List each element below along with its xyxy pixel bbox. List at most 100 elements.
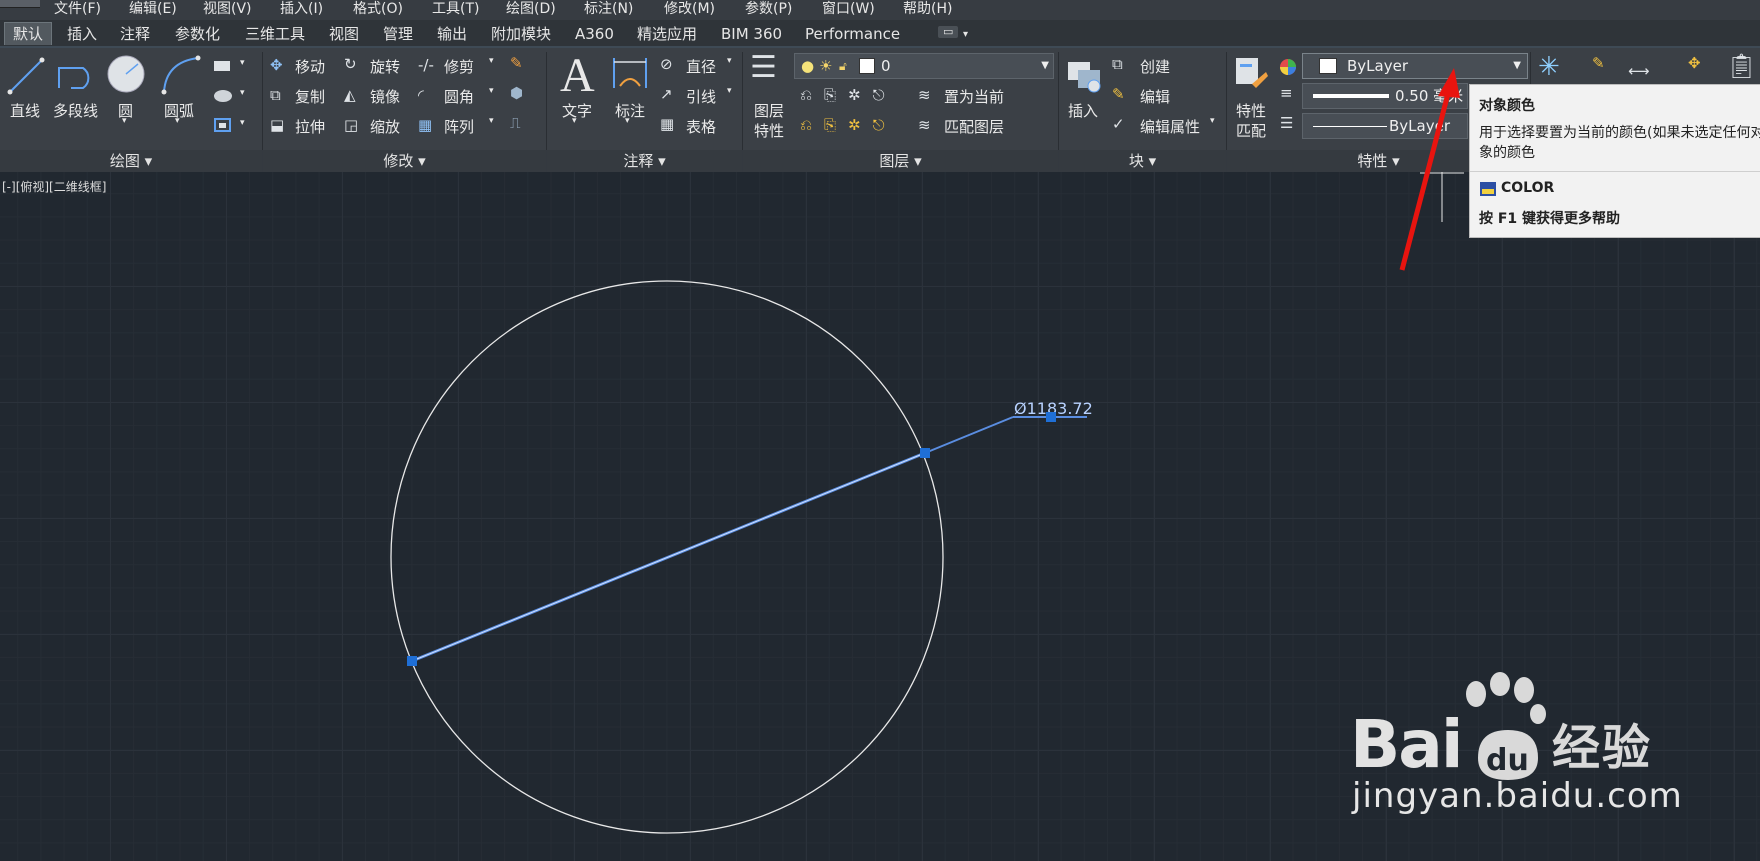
table-button[interactable]: 表格: [686, 116, 716, 137]
chevron-down-icon[interactable]: ▾: [489, 86, 494, 96]
match-layer-button[interactable]: 匹配图层: [944, 116, 1004, 137]
menu-view[interactable]: 视图(V): [203, 0, 252, 20]
chevron-down-icon[interactable]: ▾: [727, 86, 732, 96]
layer-tools-row1-icon[interactable]: ⎌⎘✲⎋: [800, 86, 896, 104]
tab-bim360[interactable]: BIM 360: [721, 23, 782, 45]
match-properties-label-2[interactable]: 匹配: [1236, 120, 1266, 141]
circle-icon[interactable]: [106, 54, 146, 94]
erase-icon[interactable]: ✎: [510, 54, 523, 72]
text-icon[interactable]: A: [560, 48, 595, 103]
ribbon-tab-bar: 默认 插入 注释 参数化 三维工具 视图 管理 输出 附加模块 A360 精选应…: [0, 20, 1760, 48]
chevron-down-icon[interactable]: ▾: [240, 58, 245, 68]
text-button[interactable]: 文字: [562, 100, 592, 121]
match-properties-icon[interactable]: [1232, 54, 1270, 96]
tab-addins[interactable]: 附加模块: [491, 23, 551, 45]
menu-window[interactable]: 窗口(W): [822, 0, 875, 20]
chevron-down-icon[interactable]: ▾: [240, 88, 245, 98]
tab-output[interactable]: 输出: [437, 23, 467, 45]
tab-a360[interactable]: A360: [575, 23, 614, 45]
tab-default[interactable]: 默认: [4, 22, 53, 45]
rectangle-icon[interactable]: [212, 58, 234, 74]
app-button[interactable]: [0, 0, 40, 8]
grip-handle-start[interactable]: [407, 656, 417, 666]
measure-icon[interactable]: ⟷: [1628, 62, 1650, 80]
layer-properties-icon[interactable]: ☰: [750, 50, 777, 85]
chevron-down-icon[interactable]: ▾: [175, 116, 180, 126]
set-current-button[interactable]: 置为当前: [944, 86, 1004, 107]
tab-manage[interactable]: 管理: [383, 23, 413, 45]
fillet-button[interactable]: 圆角: [444, 86, 474, 107]
tab-annotate[interactable]: 注释: [120, 23, 150, 45]
tab-performance[interactable]: Performance: [805, 23, 900, 45]
polyline-button[interactable]: 多段线: [53, 100, 98, 121]
chevron-down-icon[interactable]: ▾: [489, 116, 494, 126]
chevron-down-icon[interactable]: ▾: [489, 56, 494, 66]
tab-insert[interactable]: 插入: [67, 23, 97, 45]
grip-handle-text[interactable]: [1046, 412, 1056, 422]
menu-tools[interactable]: 工具(T): [432, 0, 479, 20]
chevron-down-icon[interactable]: ▾: [1210, 116, 1215, 126]
tab-featured-apps[interactable]: 精选应用: [637, 23, 697, 45]
menu-file[interactable]: 文件(F): [54, 0, 101, 20]
offset-icon[interactable]: ⎍: [510, 114, 521, 132]
create-button[interactable]: 创建: [1140, 56, 1170, 77]
move-button[interactable]: 移动: [295, 56, 325, 77]
menu-help[interactable]: 帮助(H): [903, 0, 952, 20]
panel-draw[interactable]: 绘图 ▾: [0, 150, 262, 172]
menu-format[interactable]: 格式(O): [353, 0, 403, 20]
panel-modify[interactable]: 修改 ▾: [263, 150, 546, 172]
scale-button[interactable]: 缩放: [370, 116, 400, 137]
line-button[interactable]: 直线: [10, 100, 40, 121]
insert-button[interactable]: 插入: [1068, 100, 1098, 121]
tab-3d-tools[interactable]: 三维工具: [245, 23, 305, 45]
array-button[interactable]: 阵列: [444, 116, 474, 137]
tab-options-icon[interactable]: ▭: [938, 26, 959, 38]
dimension-icon[interactable]: [610, 54, 650, 96]
trim-button[interactable]: 修剪: [444, 56, 474, 77]
paste-icon[interactable]: 📋︎: [1726, 52, 1756, 80]
layer-properties-label-1[interactable]: 图层: [754, 100, 784, 121]
tab-parametric[interactable]: 参数化: [175, 23, 220, 45]
chevron-down-icon[interactable]: ▾: [727, 56, 732, 66]
diameter-button[interactable]: 直径: [686, 56, 716, 77]
utilities-icon[interactable]: ✥: [1688, 54, 1701, 72]
chevron-down-icon[interactable]: ▾: [963, 24, 968, 46]
tab-view[interactable]: 视图: [329, 23, 359, 45]
edit-button[interactable]: 编辑: [1140, 86, 1170, 107]
layer-dropdown[interactable]: ● ☀ 🔓︎ 0 ▼: [794, 53, 1054, 79]
edit-attribute-button[interactable]: 编辑属性: [1140, 116, 1200, 137]
panel-annotation[interactable]: 注释 ▾: [547, 150, 742, 172]
dimension-button[interactable]: 标注: [615, 100, 645, 121]
match-properties-label-1[interactable]: 特性: [1236, 100, 1266, 121]
menu-edit[interactable]: 编辑(E): [129, 0, 177, 20]
layer-properties-label-2[interactable]: 特性: [754, 120, 784, 141]
chevron-down-icon[interactable]: ▾: [572, 116, 577, 126]
menu-modify[interactable]: 修改(M): [664, 0, 715, 20]
hatch-icon[interactable]: [212, 88, 234, 104]
color-wheel-icon[interactable]: [1278, 57, 1298, 77]
menu-dimension[interactable]: 标注(N): [584, 0, 633, 20]
menu-insert[interactable]: 插入(I): [280, 0, 323, 20]
stretch-button[interactable]: 拉伸: [295, 116, 325, 137]
grip-handle-end[interactable]: [920, 448, 930, 458]
rotate-button[interactable]: 旋转: [370, 56, 400, 77]
menu-parametric[interactable]: 参数(P): [745, 0, 792, 20]
copy-button[interactable]: 复制: [295, 86, 325, 107]
panel-layers[interactable]: 图层 ▾: [743, 150, 1058, 172]
boundary-icon[interactable]: [212, 116, 234, 134]
mirror-button[interactable]: 镜像: [370, 86, 400, 107]
pick-add-icon[interactable]: ✎: [1592, 54, 1605, 72]
chevron-down-icon[interactable]: ▾: [625, 116, 630, 126]
polyline-icon[interactable]: [55, 58, 101, 96]
layer-tools-row2-icon[interactable]: ⎌⎘✲⎋: [800, 116, 896, 134]
panel-block[interactable]: 块 ▾: [1059, 150, 1226, 172]
menu-draw[interactable]: 绘图(D): [506, 0, 556, 20]
explode-icon[interactable]: ⬢: [510, 84, 523, 102]
insert-block-icon[interactable]: [1064, 54, 1104, 96]
leader-button[interactable]: 引线: [686, 86, 716, 107]
chevron-down-icon[interactable]: ▾: [122, 116, 127, 126]
quick-select-icon[interactable]: ✳: [1538, 52, 1560, 82]
line-icon[interactable]: [6, 54, 46, 96]
arc-icon[interactable]: [160, 54, 202, 96]
chevron-down-icon[interactable]: ▾: [240, 118, 245, 128]
